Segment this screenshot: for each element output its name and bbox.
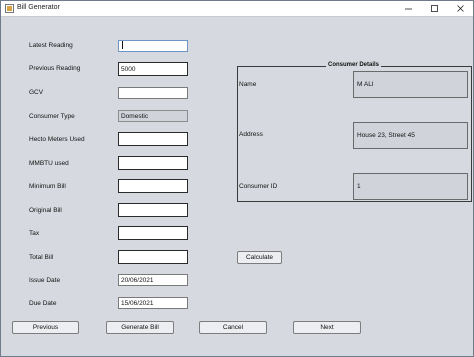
original-bill-label: Original Bill bbox=[29, 207, 62, 214]
consumer-id-value-text: 1 bbox=[357, 183, 361, 190]
mmbtu-label: MMBTU used bbox=[29, 160, 69, 167]
maximize-icon[interactable] bbox=[421, 1, 447, 16]
text-caret bbox=[122, 41, 123, 49]
latest-reading-input[interactable] bbox=[118, 40, 188, 52]
hecto-meters-input[interactable] bbox=[118, 132, 188, 146]
cancel-button[interactable]: Cancel bbox=[199, 321, 267, 334]
close-icon[interactable] bbox=[447, 1, 473, 16]
address-label: Address bbox=[239, 131, 263, 138]
issue-date-label: Issue Date bbox=[29, 277, 61, 284]
consumer-type-label: Consumer Type bbox=[29, 113, 75, 120]
due-date-input[interactable] bbox=[118, 297, 188, 309]
next-button[interactable]: Next bbox=[293, 321, 361, 334]
total-bill-input[interactable] bbox=[118, 250, 188, 264]
consumer-id-value: 1 bbox=[353, 173, 468, 200]
hecto-meters-label: Hecto Meters Used bbox=[29, 136, 85, 143]
issue-date-input[interactable] bbox=[118, 274, 188, 286]
due-date-label: Due Date bbox=[29, 300, 57, 307]
previous-button[interactable]: Previous bbox=[12, 321, 79, 334]
tax-label: Tax bbox=[29, 230, 40, 237]
gcv-label: GCV bbox=[29, 89, 44, 96]
minimum-bill-input[interactable] bbox=[118, 179, 188, 193]
original-bill-input[interactable] bbox=[118, 203, 188, 217]
tax-input[interactable] bbox=[118, 226, 188, 240]
minimize-icon[interactable] bbox=[395, 1, 421, 16]
address-value-text: House 23, Street 45 bbox=[357, 132, 415, 139]
gcv-input[interactable] bbox=[118, 87, 188, 99]
minimum-bill-label: Minimum Bill bbox=[29, 183, 66, 190]
total-bill-label: Total Bill bbox=[29, 254, 54, 261]
app-icon bbox=[5, 4, 14, 13]
previous-reading-input[interactable] bbox=[118, 62, 188, 76]
previous-reading-label: Previous Reading bbox=[29, 65, 81, 72]
consumer-details-title: Consumer Details bbox=[326, 62, 382, 68]
generate-bill-button[interactable]: Generate Bill bbox=[106, 321, 174, 334]
latest-reading-label: Latest Reading bbox=[29, 42, 73, 49]
consumer-id-label: Consumer ID bbox=[239, 183, 278, 190]
bill-generator-window: Bill Generator Latest Reading Previous R… bbox=[0, 0, 474, 357]
title-bar[interactable]: Bill Generator bbox=[1, 1, 473, 17]
calculate-button[interactable]: Calculate bbox=[237, 251, 282, 264]
mmbtu-input[interactable] bbox=[118, 156, 188, 170]
window-title: Bill Generator bbox=[17, 4, 60, 11]
name-label: Name bbox=[239, 81, 257, 88]
address-value: House 23, Street 45 bbox=[353, 122, 468, 149]
name-value-text: M ALI bbox=[357, 81, 374, 88]
name-value: M ALI bbox=[353, 71, 468, 98]
consumer-type-field[interactable] bbox=[118, 110, 188, 122]
